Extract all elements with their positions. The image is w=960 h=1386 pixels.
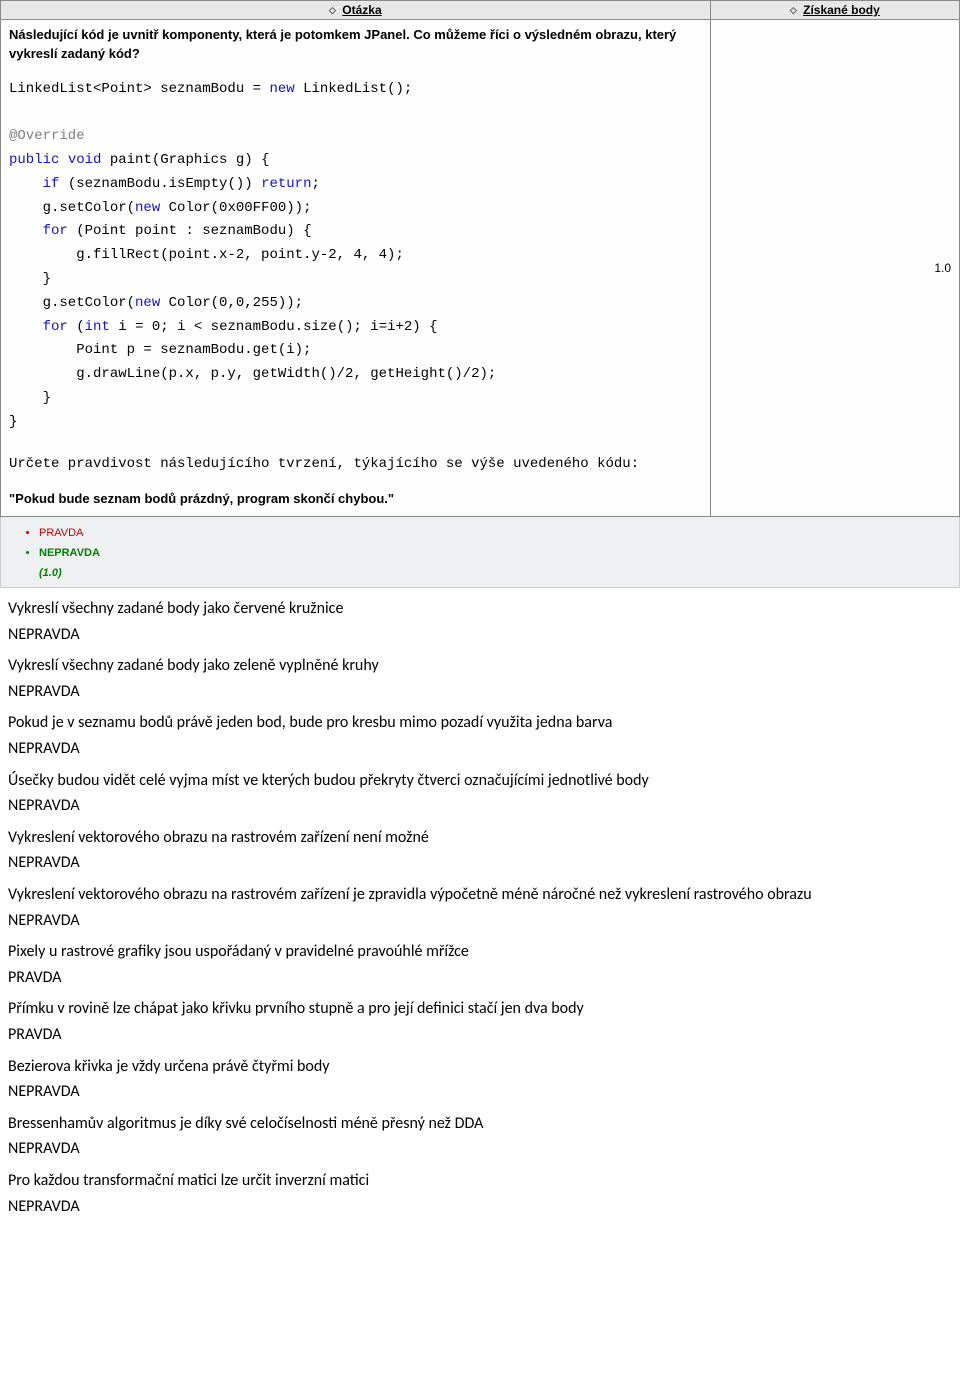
header-question[interactable]: ◇ Otázka xyxy=(1,1,711,20)
question-cell: Následující kód je uvnitř komponenty, kt… xyxy=(1,20,711,517)
doc-statement: Pixely u rastrové grafiky jsou uspořádan… xyxy=(8,941,952,963)
header-score-label: Získané body xyxy=(803,3,880,17)
header-score[interactable]: ◇ Získané body xyxy=(710,1,959,20)
quiz-table: ◇ Otázka ◇ Získané body Následující kód … xyxy=(0,0,960,517)
doc-answer: NEPRAVDA xyxy=(8,852,952,874)
doc-statement: Pro každou transformační matici lze urči… xyxy=(8,1170,952,1192)
doc-answer: NEPRAVDA xyxy=(8,738,952,760)
doc-statement: Vykreslí všechny zadané body jako červen… xyxy=(8,598,952,620)
score-value: 1.0 xyxy=(934,261,951,275)
doc-statement: Přímku v rovině lze chápat jako křivku p… xyxy=(8,998,952,1020)
answers-block: PRAVDA NEPRAVDA (1.0) xyxy=(0,517,960,588)
sort-icon: ◇ xyxy=(329,5,336,15)
doc-answer: PRAVDA xyxy=(8,1024,952,1046)
answers-list: PRAVDA NEPRAVDA xyxy=(9,523,959,563)
doc-answer: NEPRAVDA xyxy=(8,910,952,932)
instruction-text: Určete pravdivost následujícího tvrzení,… xyxy=(9,453,702,475)
doc-statement: Vykreslí všechny zadané body jako zeleně… xyxy=(8,655,952,677)
answer-choice-true: NEPRAVDA xyxy=(39,543,959,563)
doc-answer: NEPRAVDA xyxy=(8,1081,952,1103)
doc-statement: Vykreslení vektorového obrazu na rastrov… xyxy=(8,827,952,849)
answer-score-line: (1.0) xyxy=(9,563,959,581)
doc-answer: NEPRAVDA xyxy=(8,795,952,817)
doc-answer: PRAVDA xyxy=(8,967,952,989)
doc-statement: Bezierova křivka je vždy určena právě čt… xyxy=(8,1056,952,1078)
answer-choice-false: PRAVDA xyxy=(39,523,959,543)
statement-text: "Pokud bude seznam bodů prázdný, program… xyxy=(9,491,702,506)
code-block: LinkedList<Point> seznamBodu = new Linke… xyxy=(9,78,702,435)
document-text: Vykreslí všechny zadané body jako červen… xyxy=(0,598,960,1217)
doc-answer: NEPRAVDA xyxy=(8,681,952,703)
sort-icon: ◇ xyxy=(790,5,797,15)
header-question-label: Otázka xyxy=(342,3,381,17)
doc-answer: NEPRAVDA xyxy=(8,624,952,646)
doc-answer: NEPRAVDA xyxy=(8,1138,952,1160)
question-title: Následující kód je uvnitř komponenty, kt… xyxy=(9,26,702,64)
doc-statement: Pokud je v seznamu bodů právě jeden bod,… xyxy=(8,712,952,734)
doc-answer: NEPRAVDA xyxy=(8,1196,952,1218)
doc-statement: Vykreslení vektorového obrazu na rastrov… xyxy=(8,884,952,906)
doc-statement: Bressenhamův algoritmus je díky své celo… xyxy=(8,1113,952,1135)
score-cell: 1.0 xyxy=(710,20,959,517)
doc-statement: Úsečky budou vidět celé vyjma míst ve kt… xyxy=(8,770,952,792)
